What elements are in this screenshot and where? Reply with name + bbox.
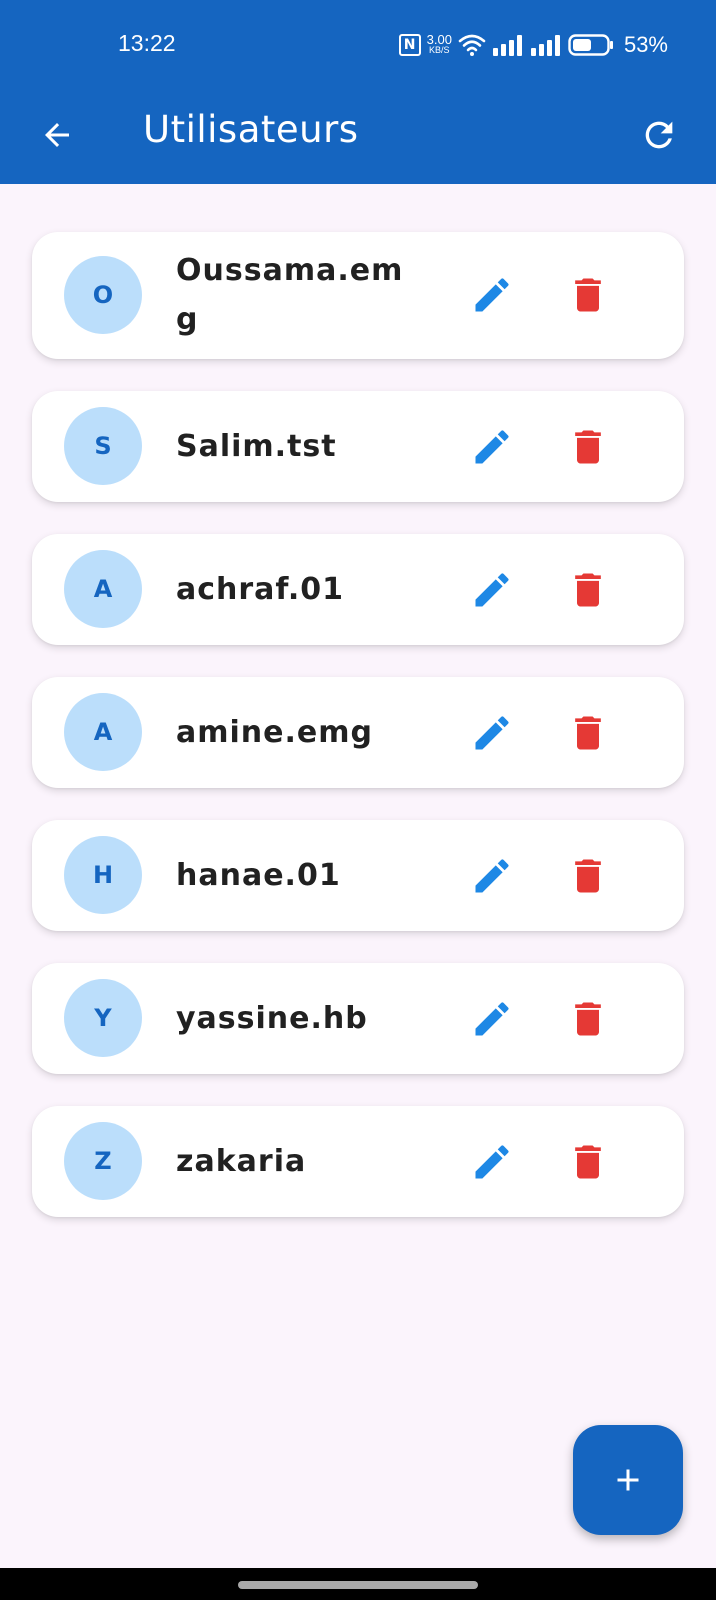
edit-button[interactable] [468, 1138, 516, 1186]
user-card[interactable]: A achraf.01 [32, 534, 684, 645]
page-title: Utilisateurs [143, 108, 359, 151]
avatar: Y [64, 979, 142, 1057]
edit-button[interactable] [468, 852, 516, 900]
pencil-icon [475, 1145, 509, 1179]
trash-icon [575, 1002, 601, 1036]
app-bar: Utilisateurs [0, 90, 716, 184]
status-icons: N 3.00 KB/S 53% [398, 28, 668, 62]
home-indicator[interactable] [238, 1581, 478, 1589]
system-nav-bar [0, 1568, 716, 1600]
delete-button[interactable] [564, 271, 612, 319]
battery-percentage: 53% [623, 32, 668, 57]
edit-button[interactable] [468, 995, 516, 1043]
username: Salim.tst [176, 429, 337, 464]
avatar: O [64, 256, 142, 334]
edit-button[interactable] [468, 709, 516, 757]
delete-button[interactable] [564, 423, 612, 471]
avatar: A [64, 693, 142, 771]
username: zakaria [176, 1144, 307, 1179]
user-card[interactable]: S Salim.tst [32, 391, 684, 502]
pencil-icon [475, 716, 509, 750]
signal-icon-2 [530, 35, 560, 56]
network-speed-value: 3.00 [426, 32, 452, 47]
trash-icon [575, 430, 601, 464]
pencil-icon [475, 1002, 509, 1036]
pencil-icon [475, 278, 509, 312]
trash-icon [575, 1145, 601, 1179]
trash-icon [575, 716, 601, 750]
user-card[interactable]: Z zakaria [32, 1106, 684, 1217]
delete-button[interactable] [564, 1138, 612, 1186]
user-card[interactable]: H hanae.01 [32, 820, 684, 931]
edit-button[interactable] [468, 423, 516, 471]
username: yassine.hb [176, 1001, 368, 1036]
trash-icon [575, 573, 601, 607]
nfc-icon: N [398, 34, 421, 56]
add-user-button[interactable] [573, 1425, 683, 1535]
network-speed-unit: KB/S [429, 45, 450, 55]
delete-button[interactable] [564, 709, 612, 757]
delete-button[interactable] [564, 995, 612, 1043]
battery-icon [568, 34, 613, 56]
pencil-icon [475, 859, 509, 893]
avatar: H [64, 836, 142, 914]
avatar: A [64, 550, 142, 628]
refresh-button[interactable] [634, 110, 684, 160]
status-bar: 13:22 N 3.00 KB/S 53% [0, 0, 716, 90]
screen: 13:22 N 3.00 KB/S 53% Utilisateurs O Ous… [0, 0, 716, 1600]
edit-button[interactable] [468, 271, 516, 319]
network-speed: 3.00 KB/S [426, 32, 452, 56]
username: achraf.01 [176, 572, 344, 607]
arrow-back-icon [45, 123, 69, 147]
username: Oussama.emg [176, 253, 404, 337]
pencil-icon [475, 573, 509, 607]
status-time: 13:22 [118, 30, 176, 56]
edit-button[interactable] [468, 566, 516, 614]
back-button[interactable] [32, 110, 82, 160]
delete-button[interactable] [564, 566, 612, 614]
trash-icon [575, 859, 601, 893]
plus-icon [617, 1469, 639, 1491]
refresh-icon [645, 121, 673, 149]
user-card[interactable]: Y yassine.hb [32, 963, 684, 1074]
trash-icon [575, 278, 601, 312]
pencil-icon [475, 430, 509, 464]
delete-button[interactable] [564, 852, 612, 900]
signal-icon [492, 35, 522, 56]
user-card[interactable]: A amine.emg [32, 677, 684, 788]
wifi-icon [458, 34, 486, 56]
user-card[interactable]: O Oussama.emg [32, 232, 684, 359]
username: hanae.01 [176, 858, 341, 893]
username: amine.emg [176, 715, 373, 750]
avatar: Z [64, 1122, 142, 1200]
avatar: S [64, 407, 142, 485]
